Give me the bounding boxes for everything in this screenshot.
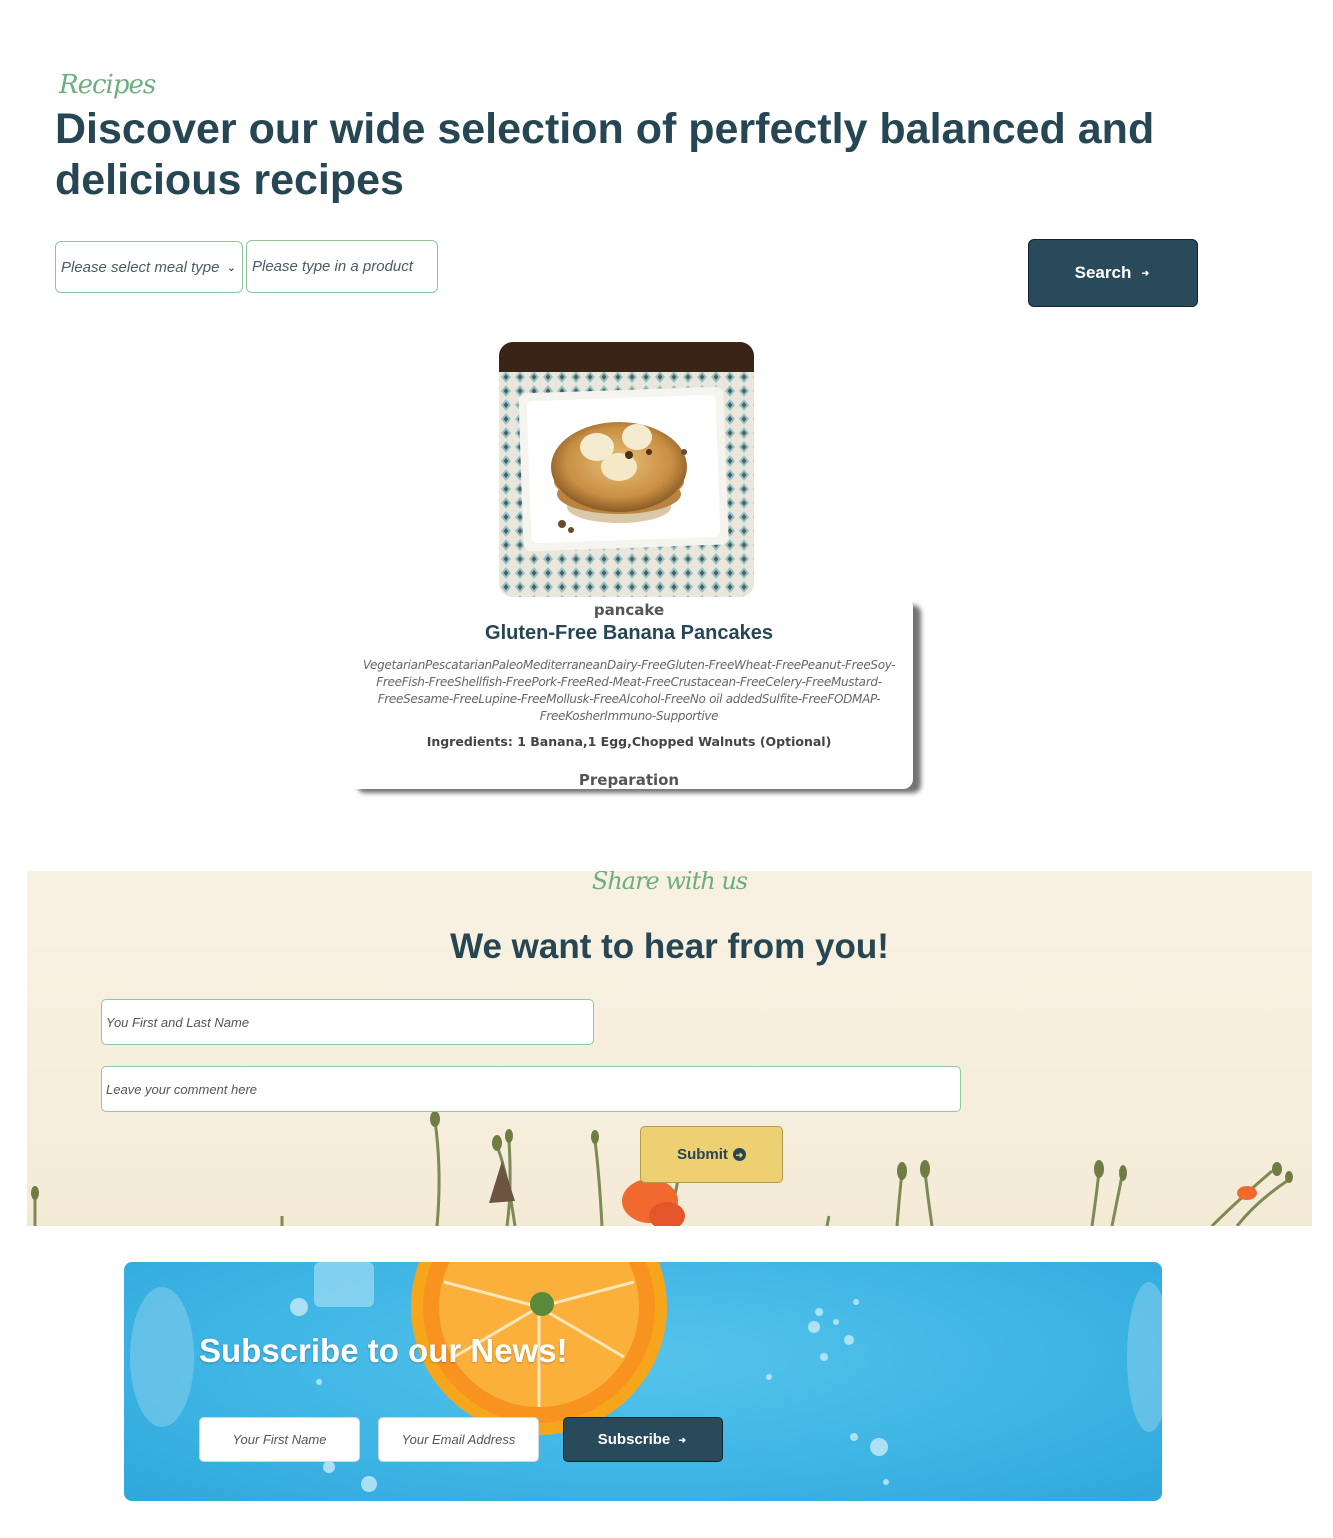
search-button-label: Search bbox=[1074, 263, 1132, 282]
recipe-category: pancake bbox=[593, 601, 665, 619]
share-eyebrow: Share with us bbox=[591, 871, 748, 895]
arrow-right-circle-icon: ➜ bbox=[1141, 268, 1150, 278]
recipe-card[interactable]: pancake Gluten-Free Banana Pancakes Vege… bbox=[345, 597, 913, 789]
page-title: Discover our wide selection of perfectly… bbox=[55, 105, 1155, 204]
search-button[interactable]: Search ➜ bbox=[1028, 239, 1198, 307]
recipes-eyebrow: Recipes bbox=[59, 70, 156, 100]
subscribe-first-name-input[interactable]: Your First Name bbox=[199, 1417, 360, 1462]
share-section: Share with us We want to hear from you! … bbox=[27, 871, 1312, 1226]
recipe-image[interactable] bbox=[499, 342, 754, 597]
submit-button-label: Submit bbox=[677, 1146, 728, 1163]
subscribe-email-input[interactable]: Your Email Address bbox=[378, 1417, 539, 1462]
recipe-ingredients: Ingredients: 1 Banana,1 Egg,Chopped Waln… bbox=[426, 734, 832, 749]
product-search-placeholder: Please type in a product bbox=[252, 258, 413, 275]
full-name-placeholder: You First and Last Name bbox=[106, 1014, 250, 1030]
subscribe-email-placeholder: Your Email Address bbox=[401, 1432, 516, 1447]
recipe-preparation-heading: Preparation bbox=[578, 771, 680, 789]
subscribe-section: Subscribe to our News! Your First Name Y… bbox=[124, 1262, 1162, 1501]
full-name-input[interactable]: You First and Last Name bbox=[101, 999, 594, 1045]
recipe-health-labels: VegetarianPescatarianPaleoMediterraneanD… bbox=[362, 658, 896, 723]
subscribe-title: Subscribe to our News! bbox=[199, 1332, 568, 1369]
chevron-down-icon: ⌄ bbox=[226, 261, 236, 274]
subscribe-button-label: Subscribe bbox=[597, 1431, 671, 1448]
arrow-right-circle-icon: ➜ bbox=[732, 1148, 746, 1161]
subscribe-first-name-placeholder: Your First Name bbox=[232, 1432, 327, 1447]
meal-type-selected-value: Please select meal type bbox=[61, 258, 220, 276]
share-title: We want to hear from you! bbox=[450, 927, 889, 966]
meal-type-select[interactable]: Please select meal type ⌄ bbox=[55, 241, 243, 293]
submit-button[interactable]: Submit ➜ bbox=[640, 1126, 783, 1183]
comment-placeholder: Leave your comment here bbox=[106, 1081, 258, 1097]
subscribe-button[interactable]: Subscribe ➜ bbox=[563, 1417, 723, 1462]
orange-water-background-decoration bbox=[130, 1262, 1162, 1492]
recipe-title[interactable]: Gluten-Free Banana Pancakes bbox=[345, 622, 913, 645]
pancake-photo-illustration bbox=[499, 342, 754, 597]
arrow-right-circle-icon: ➜ bbox=[678, 1434, 687, 1445]
product-search-input[interactable]: Please type in a product bbox=[246, 240, 438, 293]
comment-input[interactable]: Leave your comment here bbox=[101, 1066, 961, 1112]
